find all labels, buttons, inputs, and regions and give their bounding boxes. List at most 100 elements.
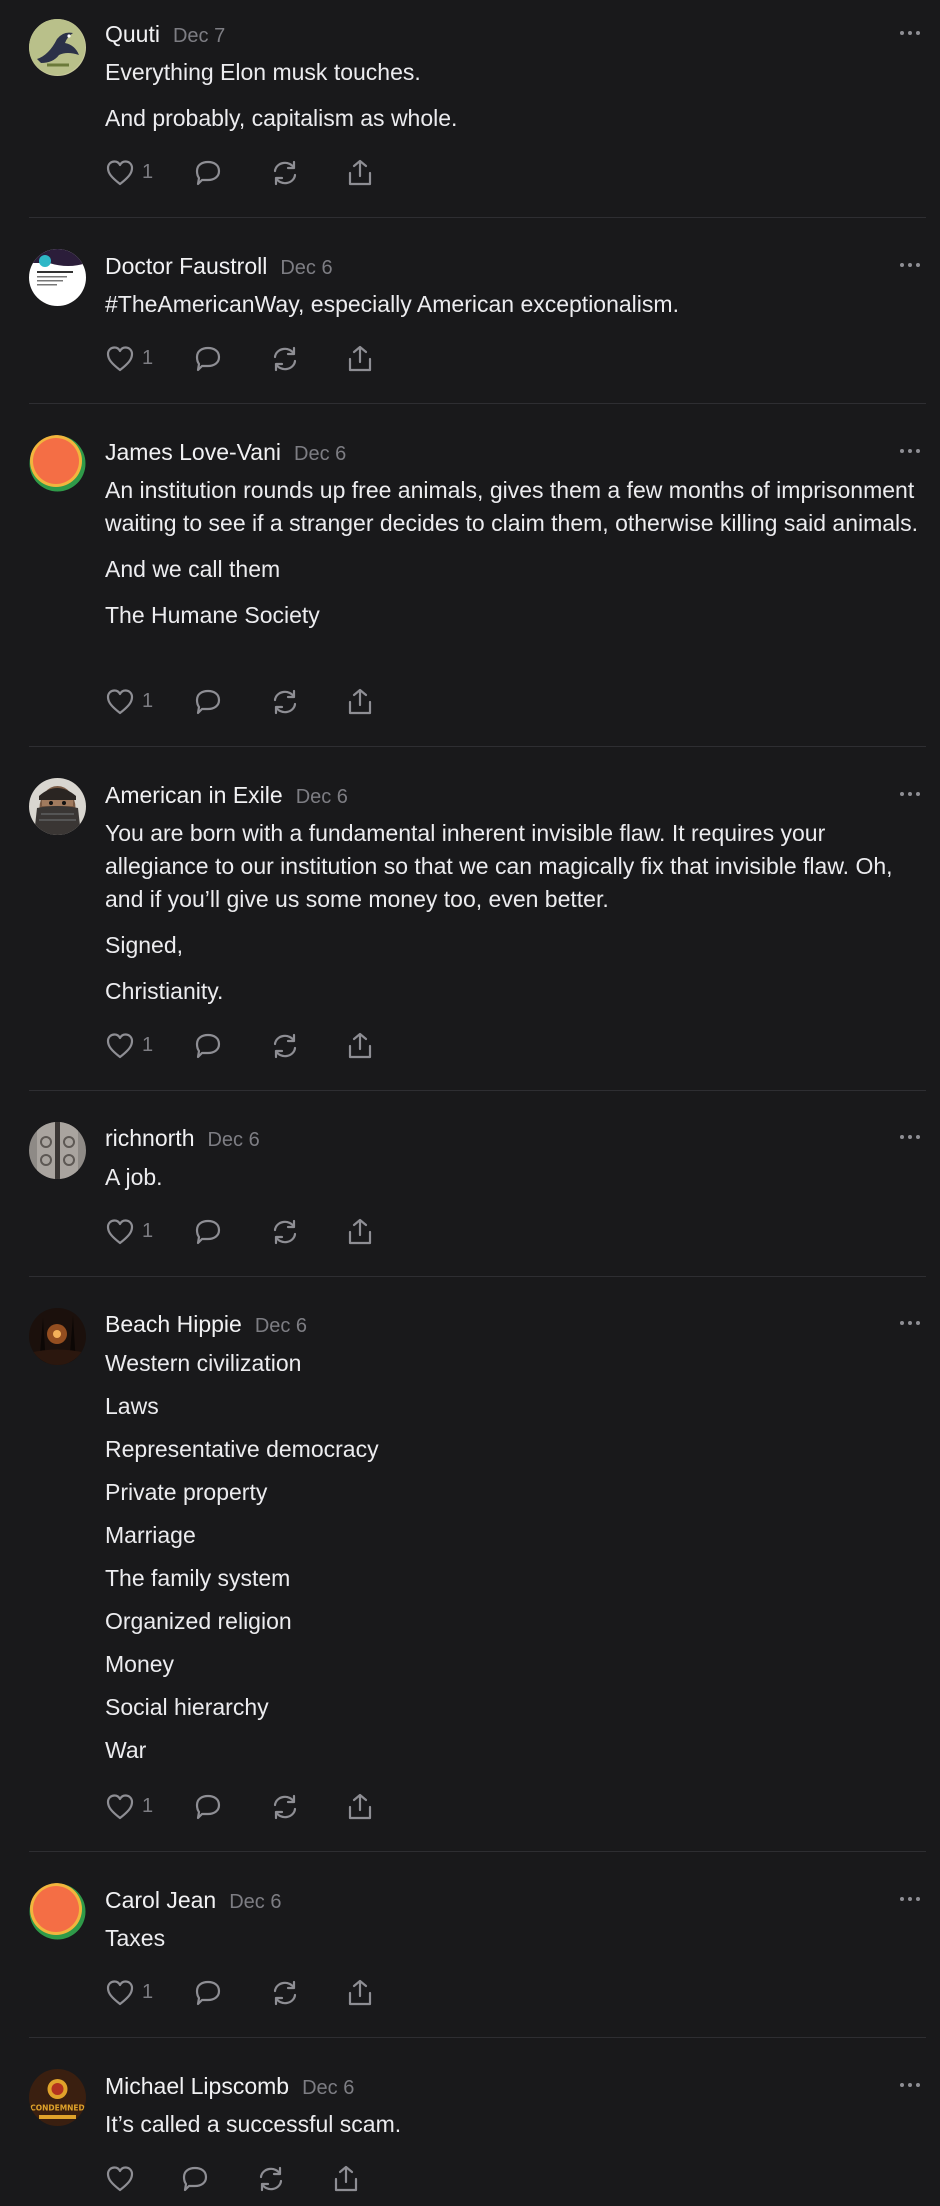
- repost-icon[interactable]: [270, 344, 300, 374]
- comment-icon[interactable]: [193, 687, 223, 717]
- post-body: An institution rounds up free animals, g…: [105, 474, 925, 632]
- like-button[interactable]: 1: [105, 1217, 165, 1247]
- post-paragraph: Western civilization: [105, 1350, 302, 1376]
- avatar[interactable]: [29, 19, 86, 76]
- heart-icon: [106, 689, 134, 715]
- author-name[interactable]: Quuti: [105, 21, 160, 47]
- author-name[interactable]: richnorth: [105, 1125, 194, 1151]
- more-options-icon[interactable]: [898, 788, 922, 800]
- author-name[interactable]: Michael Lipscomb: [105, 2073, 289, 2099]
- more-options-icon[interactable]: [898, 445, 922, 457]
- share-icon[interactable]: [345, 687, 375, 717]
- author-name[interactable]: Carol Jean: [105, 1887, 216, 1913]
- more-options-icon[interactable]: [898, 1317, 922, 1329]
- repost-icon[interactable]: [270, 158, 300, 188]
- comment-icon[interactable]: [193, 1031, 223, 1061]
- author-name[interactable]: James Love-Vani: [105, 439, 281, 465]
- more-options-icon[interactable]: [898, 2079, 922, 2091]
- author-name[interactable]: Beach Hippie: [105, 1311, 242, 1337]
- dark-forest-avatar-icon: [29, 1308, 86, 1365]
- avatar[interactable]: [29, 1308, 86, 1365]
- post-header: American in Exile Dec 6: [105, 782, 348, 809]
- divider: [29, 746, 926, 747]
- post-date[interactable]: Dec 6: [207, 1129, 259, 1151]
- repost-icon[interactable]: [270, 1031, 300, 1061]
- repost-icon[interactable]: [256, 2164, 286, 2194]
- comment-icon[interactable]: [193, 1217, 223, 1247]
- heart-icon: [106, 346, 134, 372]
- like-button[interactable]: 1: [105, 1031, 165, 1061]
- author-name[interactable]: Doctor Faustroll: [105, 253, 267, 279]
- post-paragraph: Marriage: [105, 1522, 196, 1548]
- post-date[interactable]: Dec 6: [302, 2077, 354, 2099]
- post-body: A job.: [105, 1161, 925, 1194]
- avatar[interactable]: [29, 1122, 86, 1179]
- like-button[interactable]: 1: [105, 1792, 165, 1822]
- share-icon[interactable]: [345, 1978, 375, 2008]
- like-button[interactable]: 1: [105, 158, 165, 188]
- heart-icon: [106, 2166, 134, 2192]
- heart-icon: [106, 160, 134, 186]
- like-count: 1: [142, 1795, 154, 1817]
- repost-icon[interactable]: [270, 1978, 300, 2008]
- share-icon[interactable]: [345, 158, 375, 188]
- condemned-badge-avatar-icon: CONDEMNED: [29, 2069, 86, 2126]
- like-button[interactable]: 1: [105, 344, 165, 374]
- share-icon[interactable]: [345, 344, 375, 374]
- comment-icon[interactable]: [193, 1978, 223, 2008]
- author-name[interactable]: American in Exile: [105, 782, 283, 808]
- post-paragraph: Laws: [105, 1393, 159, 1419]
- post-paragraph: Representative democracy: [105, 1436, 379, 1462]
- more-options-icon[interactable]: [898, 259, 922, 271]
- post-date[interactable]: Dec 6: [294, 443, 346, 465]
- divider: [29, 1090, 926, 1091]
- like-button[interactable]: 1: [105, 1978, 165, 2008]
- comment-icon[interactable]: [193, 1792, 223, 1822]
- post-header: Doctor Faustroll Dec 6: [105, 253, 333, 280]
- comment-icon[interactable]: [193, 158, 223, 188]
- comment-icon[interactable]: [180, 2164, 210, 2194]
- more-options-icon[interactable]: [898, 27, 922, 39]
- share-icon[interactable]: [345, 1792, 375, 1822]
- more-options-icon[interactable]: [898, 1893, 922, 1905]
- heart-icon: [106, 1219, 134, 1245]
- repost-icon[interactable]: [270, 687, 300, 717]
- post-paragraph: Signed,: [105, 932, 184, 958]
- ornate-door-avatar-icon: [29, 1122, 86, 1179]
- like-button[interactable]: [105, 2164, 135, 2194]
- post-date[interactable]: Dec 6: [255, 1315, 307, 1337]
- post-paragraph: The family system: [105, 1565, 291, 1591]
- post-body: Taxes: [105, 1922, 925, 1955]
- avatar[interactable]: [29, 1883, 86, 1940]
- like-count: 1: [142, 1220, 154, 1242]
- post-paragraph: Private property: [105, 1479, 268, 1505]
- post-date[interactable]: Dec 6: [296, 786, 348, 808]
- comment-icon[interactable]: [193, 344, 223, 374]
- heart-icon: [106, 1980, 134, 2006]
- post-paragraph: An institution rounds up free animals, g…: [105, 477, 919, 536]
- post-paragraph: The Humane Society: [105, 602, 320, 628]
- like-button[interactable]: 1: [105, 687, 165, 717]
- more-options-icon[interactable]: [898, 1131, 922, 1143]
- avatar[interactable]: [29, 778, 86, 835]
- post-paragraph: You are born with a fundamental inherent…: [105, 820, 893, 912]
- share-icon[interactable]: [331, 2164, 361, 2194]
- post-date[interactable]: Dec 6: [229, 1891, 281, 1913]
- share-icon[interactable]: [345, 1031, 375, 1061]
- avatar[interactable]: [29, 249, 86, 306]
- post-date[interactable]: Dec 6: [280, 257, 332, 279]
- post-header: Carol Jean Dec 6: [105, 1887, 281, 1914]
- post-date[interactable]: Dec 7: [173, 25, 225, 47]
- post-header: Beach Hippie Dec 6: [105, 1311, 307, 1338]
- divider: [29, 1276, 926, 1277]
- post-paragraph: Taxes: [105, 1925, 166, 1951]
- heart-icon: [106, 1794, 134, 1820]
- repost-icon[interactable]: [270, 1792, 300, 1822]
- post-header: richnorth Dec 6: [105, 1125, 260, 1152]
- avatar[interactable]: CONDEMNED: [29, 2069, 86, 2126]
- share-icon[interactable]: [345, 1217, 375, 1247]
- post-paragraph: Organized religion: [105, 1608, 292, 1634]
- repost-icon[interactable]: [270, 1217, 300, 1247]
- orange-circle-avatar-icon: [29, 435, 86, 492]
- avatar[interactable]: [29, 435, 86, 492]
